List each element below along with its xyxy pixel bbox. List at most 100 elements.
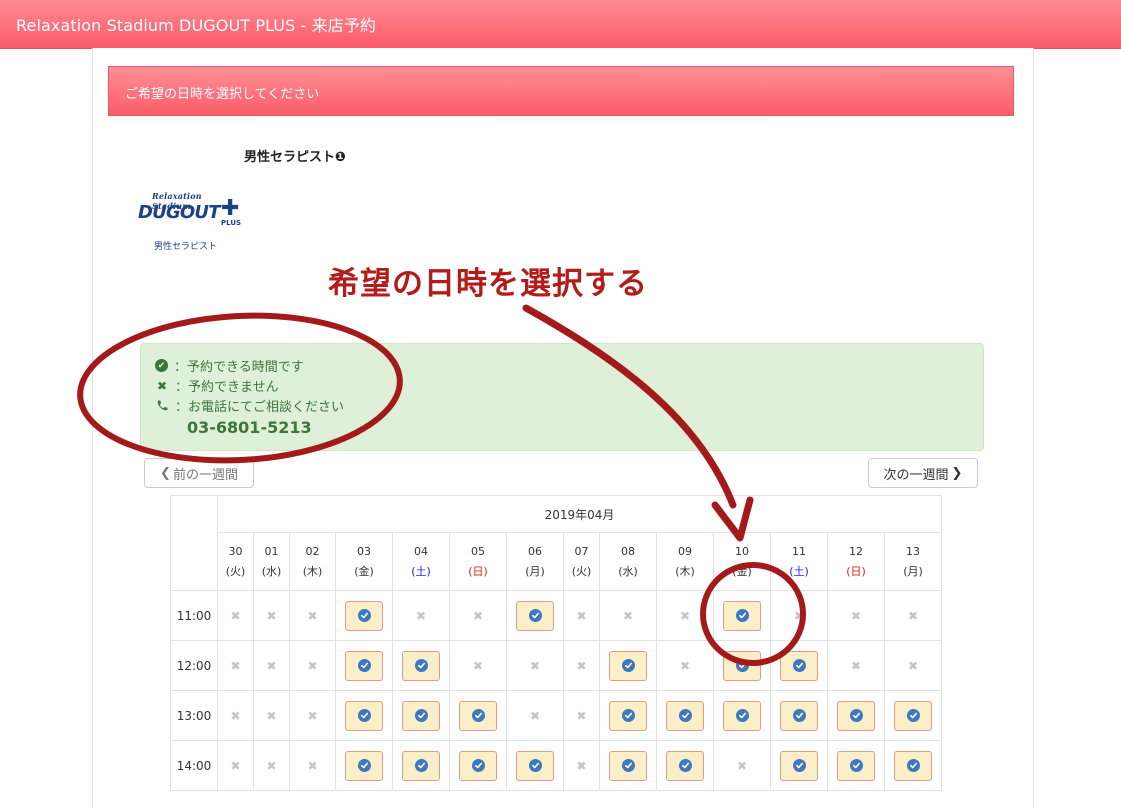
time-slot-row: 12:00 ✖ ✖ ✖ ✖ ✖ ✖ ✖ ✖ ✖ — [170, 640, 942, 691]
reserve-slot-button[interactable] — [780, 650, 818, 681]
slot-cell-unavailable: ✖ — [289, 640, 336, 691]
day-date: 10 — [735, 544, 749, 558]
logo-plus-icon: ✚ — [221, 196, 240, 221]
reserve-slot-button[interactable] — [459, 700, 497, 731]
reserve-slot-button[interactable] — [666, 750, 704, 781]
check-circle-icon — [792, 709, 806, 722]
check-circle-icon — [678, 759, 692, 772]
day-header: 01 (水) — [253, 532, 290, 591]
reserve-slot-button[interactable] — [837, 700, 875, 731]
slot-cell-available — [656, 740, 714, 791]
corner-cell — [170, 495, 218, 591]
day-header: 12 (日) — [827, 532, 885, 591]
day-of-week: (月) — [525, 564, 545, 578]
check-circle-icon — [528, 759, 542, 772]
slot-cell-unavailable: ✖ — [217, 690, 254, 741]
cross-icon: ✖ — [307, 608, 318, 623]
reservation-calendar: 2019年04月 30 (火) 01 (水) 02 (木) 03 (金) 04 (土) 05 (日) 0… — [170, 495, 942, 791]
slot-cell-unavailable: ✖ — [599, 590, 657, 641]
slot-cell-unavailable: ✖ — [770, 590, 828, 641]
cross-icon: ✖ — [307, 708, 318, 723]
reserve-slot-button[interactable] — [345, 600, 383, 631]
slot-cell-available — [449, 690, 507, 741]
check-circle-icon — [906, 759, 920, 772]
app-title: Relaxation Stadium DUGOUT PLUS - 来店予約 — [16, 16, 377, 35]
reserve-slot-button[interactable] — [516, 600, 554, 631]
cross-icon: ✖ — [679, 658, 691, 673]
day-of-week: (日) — [846, 564, 866, 578]
reserve-slot-button[interactable] — [516, 750, 554, 781]
slot-cell-unavailable: ✖ — [563, 740, 600, 791]
cross-icon: ✖ — [576, 708, 587, 723]
reserve-slot-button[interactable] — [459, 750, 497, 781]
slot-cell-unavailable: ✖ — [253, 740, 290, 791]
reserve-slot-button[interactable] — [723, 650, 761, 681]
cross-icon: ✖ — [576, 608, 587, 623]
reserve-slot-button[interactable] — [666, 700, 704, 731]
day-of-week: (木) — [675, 564, 695, 578]
day-of-week: (水) — [261, 564, 282, 578]
cross-icon: ✖ — [736, 758, 748, 773]
slot-cell-available — [770, 690, 828, 741]
reserve-slot-button[interactable] — [402, 750, 440, 781]
slot-cell-unavailable: ✖ — [713, 740, 771, 791]
reserve-slot-button[interactable] — [837, 750, 875, 781]
reserve-slot-button[interactable] — [723, 600, 761, 631]
day-of-week: (火) — [225, 564, 246, 578]
reserve-slot-button[interactable] — [345, 750, 383, 781]
check-circle-icon — [621, 759, 635, 772]
legend-box: ✔ ：予約できる時間です ✖ ：予約できません ：お電話にてご相談ください 03… — [140, 343, 984, 451]
day-date: 13 — [906, 544, 920, 558]
check-circle-icon — [471, 709, 485, 722]
reserve-slot-button[interactable] — [402, 700, 440, 731]
phone-number[interactable]: 03-6801-5213 — [187, 418, 312, 437]
cross-icon: ✖ — [266, 708, 277, 723]
day-of-week: (月) — [903, 564, 923, 578]
cross-icon: ✖ — [230, 758, 241, 773]
slot-cell-available — [335, 590, 393, 641]
reserve-slot-button[interactable] — [894, 750, 932, 781]
slot-cell-available — [599, 640, 657, 691]
next-week-button[interactable]: 次の一週間 ❯ — [868, 458, 978, 488]
reserve-slot-button[interactable] — [345, 650, 383, 681]
reserve-slot-button[interactable] — [609, 750, 647, 781]
slot-cell-available — [599, 740, 657, 791]
prev-week-button[interactable]: ❮ 前の一週間 — [144, 458, 254, 488]
time-slot-row: 11:00 ✖ ✖ ✖ ✖ ✖ ✖ ✖ ✖ ✖ ✖ ✖ — [170, 590, 942, 641]
slot-cell-unavailable: ✖ — [449, 640, 507, 691]
slot-cell-available — [884, 690, 942, 741]
reserve-slot-button[interactable] — [609, 650, 647, 681]
reserve-slot-button[interactable] — [345, 700, 383, 731]
slot-cell-unavailable: ✖ — [563, 590, 600, 641]
chevron-right-icon: ❯ — [951, 465, 963, 481]
check-circle-icon: ✔ — [155, 359, 168, 372]
legend-phone: ：お電話にてご相談ください — [155, 396, 344, 415]
day-header: 09 (木) — [656, 532, 714, 591]
reserve-slot-button[interactable] — [780, 750, 818, 781]
day-date: 11 — [792, 544, 806, 558]
day-header: 07 (火) — [563, 532, 600, 591]
day-date: 09 — [678, 544, 692, 558]
slot-cell-available — [770, 740, 828, 791]
slot-cell-available — [392, 640, 450, 691]
check-circle-icon — [471, 759, 485, 772]
day-date: 04 — [414, 544, 428, 558]
reserve-slot-button[interactable] — [894, 700, 932, 731]
check-circle-icon — [414, 709, 428, 722]
time-slot-row: 13:00 ✖ ✖ ✖ ✖ ✖ — [170, 690, 942, 741]
day-header: 03 (金) — [335, 532, 393, 591]
prev-week-label: 前の一週間 — [172, 467, 238, 483]
slot-cell-available — [335, 740, 393, 791]
reserve-slot-button[interactable] — [723, 700, 761, 731]
day-of-week: (火) — [571, 564, 592, 578]
day-of-week: (水) — [618, 564, 638, 578]
slot-cell-available — [713, 590, 771, 641]
reserve-slot-button[interactable] — [402, 650, 440, 681]
slot-cell-unavailable: ✖ — [253, 640, 290, 691]
check-circle-icon — [414, 659, 428, 672]
slot-cell-unavailable: ✖ — [827, 590, 885, 641]
check-circle-icon — [621, 659, 635, 672]
reserve-slot-button[interactable] — [609, 700, 647, 731]
reserve-slot-button[interactable] — [780, 700, 818, 731]
instruction-banner: ご希望の日時を選択してください — [108, 66, 1014, 116]
